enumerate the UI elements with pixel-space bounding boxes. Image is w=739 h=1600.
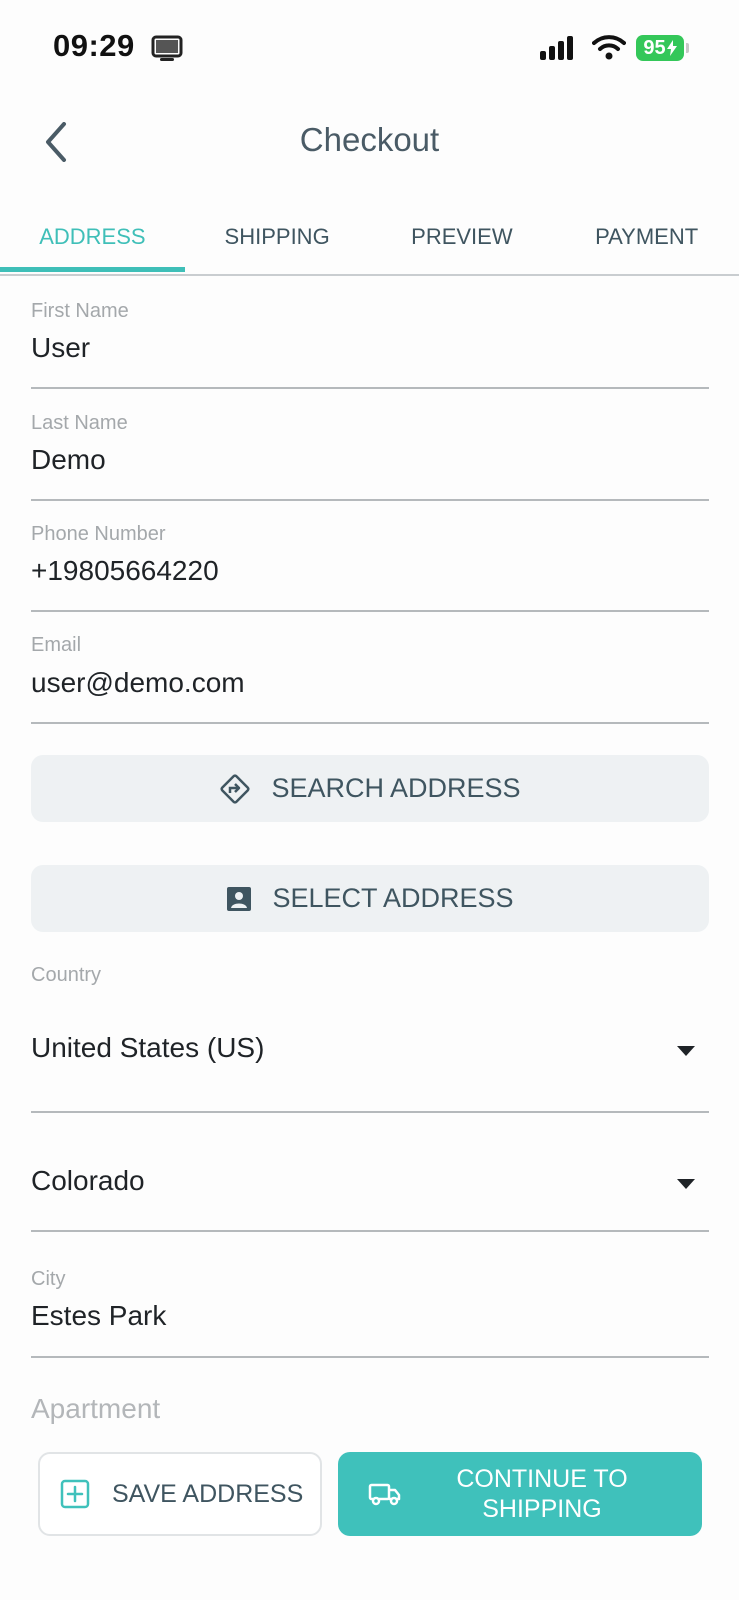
- last-name-label: Last Name: [31, 412, 128, 434]
- phone-number-field[interactable]: Phone Number +19805664220: [31, 510, 709, 612]
- phone-number-value: +19805664220: [31, 555, 219, 586]
- last-name-field[interactable]: Last Name Demo: [31, 400, 709, 501]
- tab-preview[interactable]: PREVIEW: [370, 200, 555, 274]
- tab-address[interactable]: ADDRESS: [0, 200, 185, 274]
- charging-bolt-icon: [666, 40, 677, 56]
- tab-shipping[interactable]: SHIPPING: [185, 200, 370, 274]
- last-name-value: Demo: [31, 444, 106, 475]
- screen-mirroring-icon: [151, 35, 183, 68]
- save-address-label: SAVE ADDRESS: [112, 1479, 304, 1508]
- dropdown-arrow-icon: [677, 1046, 695, 1056]
- city-label: City: [31, 1268, 66, 1290]
- select-address-button[interactable]: SELECT ADDRESS: [31, 865, 709, 932]
- search-address-button[interactable]: SEARCH ADDRESS: [31, 755, 709, 822]
- dropdown-arrow-icon: [677, 1179, 695, 1189]
- state-select[interactable]: Colorado: [31, 1114, 709, 1232]
- country-select[interactable]: Country United States (US): [31, 960, 709, 1113]
- tab-payment[interactable]: PAYMENT: [554, 200, 739, 274]
- email-value: user@demo.com: [31, 667, 245, 698]
- cellular-signal-icon: [540, 35, 580, 66]
- continue-to-shipping-label: CONTINUE TO SHIPPING: [402, 1464, 702, 1524]
- battery-indicator: 95: [636, 35, 684, 61]
- first-name-value: User: [31, 332, 91, 363]
- first-name-label: First Name: [31, 300, 129, 322]
- truck-icon: [368, 1483, 401, 1506]
- add-square-icon: [60, 1479, 90, 1509]
- city-value: Estes Park: [31, 1300, 167, 1331]
- status-bar: 09:29 95: [0, 0, 739, 96]
- country-value: United States (US): [31, 1032, 265, 1063]
- checkout-tabs: ADDRESS SHIPPING PREVIEW PAYMENT: [0, 200, 739, 276]
- search-address-label: SEARCH ADDRESS: [271, 773, 521, 803]
- continue-label-line2: SHIPPING: [482, 1495, 602, 1523]
- select-address-label: SELECT ADDRESS: [272, 883, 514, 913]
- apartment-field[interactable]: Apartment: [31, 1390, 709, 1440]
- battery-level: 95: [643, 36, 666, 59]
- status-time: 09:29: [53, 28, 135, 63]
- wifi-icon: [592, 33, 626, 66]
- country-label: Country: [31, 964, 102, 986]
- city-field[interactable]: City Estes Park: [31, 1232, 709, 1358]
- continue-label-line1: CONTINUE TO: [456, 1465, 628, 1493]
- continue-to-shipping-button[interactable]: CONTINUE TO SHIPPING: [338, 1452, 702, 1536]
- battery-cap: [686, 43, 689, 53]
- email-label: Email: [31, 634, 82, 656]
- contact-card-icon: [227, 886, 252, 911]
- phone-number-label: Phone Number: [31, 523, 166, 545]
- state-value: Colorado: [31, 1165, 145, 1196]
- email-field[interactable]: Email user@demo.com: [31, 622, 709, 724]
- active-tab-indicator: [0, 267, 185, 272]
- apartment-placeholder: Apartment: [31, 1393, 161, 1424]
- save-address-button[interactable]: SAVE ADDRESS: [38, 1452, 322, 1536]
- first-name-field[interactable]: First Name User: [31, 290, 709, 389]
- page-title: Checkout: [299, 121, 440, 158]
- directions-icon: [220, 773, 251, 804]
